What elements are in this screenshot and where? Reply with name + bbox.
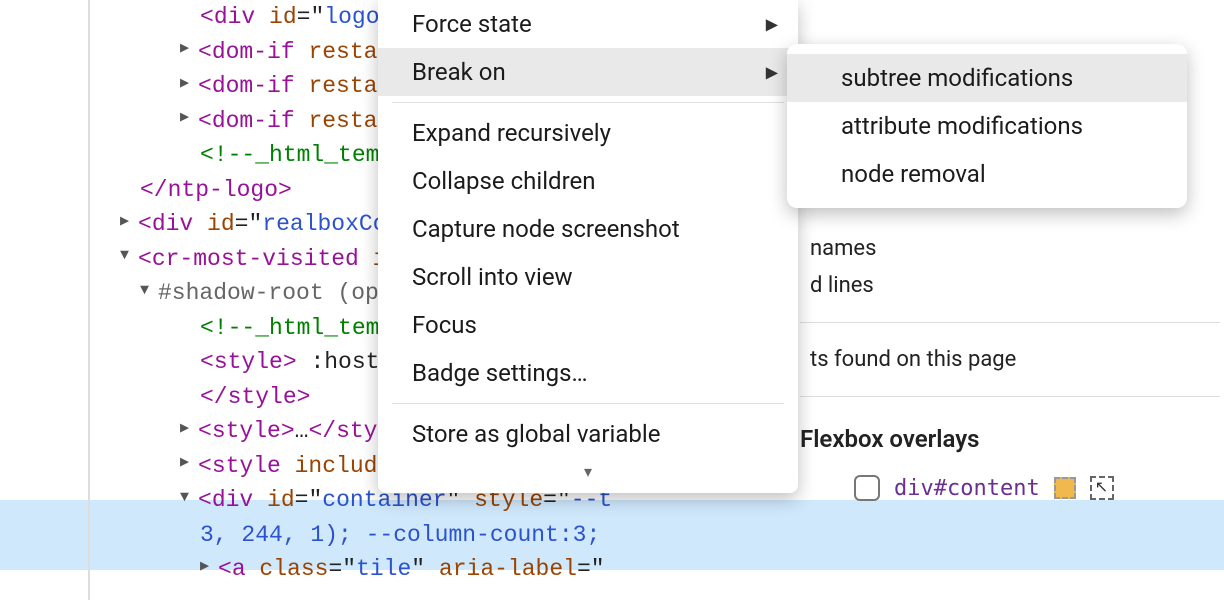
overlay-pattern-icon[interactable] [1090, 476, 1114, 500]
collapse-arrow-icon[interactable]: ▼ [180, 487, 198, 510]
submenu-attribute-modifications[interactable]: attribute modifications [787, 102, 1187, 150]
menu-focus[interactable]: Focus [378, 301, 798, 349]
flexbox-overlays-heading: Flexbox overlays [800, 415, 1220, 463]
menu-store-global[interactable]: Store as global variable [378, 410, 798, 458]
submenu-node-removal[interactable]: node removal [787, 150, 1187, 198]
expand-arrow-icon[interactable]: ▶ [180, 107, 198, 130]
expand-arrow-icon[interactable]: ▶ [120, 211, 138, 234]
menu-divider [392, 403, 784, 404]
menu-capture-screenshot[interactable]: Capture node screenshot [378, 205, 798, 253]
partial-text: ts found on this page [800, 341, 1220, 378]
menu-collapse-children[interactable]: Collapse children [378, 157, 798, 205]
partial-text: d lines [800, 267, 1220, 304]
expand-arrow-icon[interactable]: ▶ [180, 73, 198, 96]
overlay-selector: div#content [894, 476, 1040, 501]
submenu-subtree-modifications[interactable]: subtree modifications [787, 54, 1187, 102]
menu-expand-recursively[interactable]: Expand recursively [378, 109, 798, 157]
overlay-checkbox[interactable] [854, 475, 880, 501]
expand-arrow-icon[interactable]: ▶ [200, 556, 218, 579]
menu-scroll-into-view[interactable]: Scroll into view [378, 253, 798, 301]
submenu-arrow-icon: ▶ [766, 63, 778, 82]
panel-divider [800, 322, 1220, 323]
panel-divider [800, 396, 1220, 397]
menu-force-state[interactable]: Force state ▶ [378, 0, 798, 48]
dom-node-continuation[interactable]: 3, 244, 1); --column-count:3; [80, 518, 800, 553]
expand-arrow-icon[interactable]: ▶ [180, 38, 198, 61]
collapse-arrow-icon[interactable]: ▼ [140, 280, 158, 303]
menu-divider [392, 102, 784, 103]
layout-panel: names d lines ts found on this page Flex… [800, 230, 1220, 501]
expand-arrow-icon[interactable]: ▶ [180, 452, 198, 475]
menu-more-icon: ▾ [378, 458, 798, 481]
context-menu: Force state ▶ Break on ▶ Expand recursiv… [378, 0, 798, 493]
break-on-submenu: subtree modifications attribute modifica… [787, 44, 1187, 208]
flexbox-overlay-row[interactable]: div#content [800, 475, 1220, 501]
menu-badge-settings[interactable]: Badge settings… [378, 349, 798, 397]
partial-text: names [800, 230, 1220, 267]
menu-break-on[interactable]: Break on ▶ [378, 48, 798, 96]
collapse-arrow-icon[interactable]: ▼ [120, 245, 138, 268]
color-swatch-icon[interactable] [1054, 477, 1076, 499]
submenu-arrow-icon: ▶ [766, 15, 778, 34]
dom-node[interactable]: ▶<a class="tile" aria-label=" [80, 552, 800, 587]
expand-arrow-icon[interactable]: ▶ [180, 418, 198, 441]
